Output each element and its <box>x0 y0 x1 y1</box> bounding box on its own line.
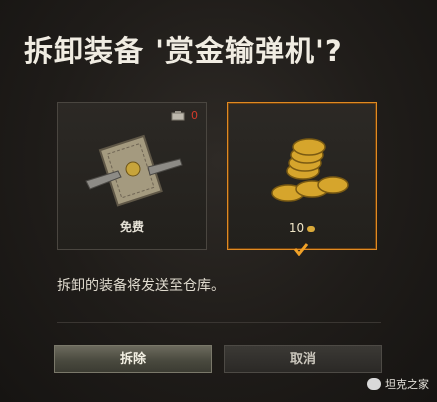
cancel-button[interactable]: 取消 <box>224 345 382 373</box>
gold-price-value: 10 <box>288 221 305 235</box>
free-option-label: 免费 <box>119 220 144 234</box>
toolkit-count: 0 <box>171 109 198 122</box>
gold-option-card[interactable]: 10 <box>227 102 377 250</box>
info-message: 拆卸的装备将发送至仓库。 <box>57 278 225 294</box>
toolkit-count-value: 0 <box>191 109 198 122</box>
watermark: 坦克之家 <box>367 376 429 392</box>
wrench-ticket-icon <box>85 134 183 207</box>
selected-check-icon <box>293 243 309 256</box>
watermark-text: 坦克之家 <box>385 378 429 391</box>
gold-price: 10 <box>228 221 376 235</box>
gold-coins-icon <box>271 138 349 202</box>
gold-coin-icon <box>307 225 316 232</box>
free-option-card[interactable]: 0 免费 <box>57 102 207 250</box>
divider <box>57 322 381 323</box>
confirm-button[interactable]: 拆除 <box>54 345 212 373</box>
toolkit-icon <box>171 110 185 120</box>
dialog-title: 拆卸装备 '赏金输弹机'? <box>24 34 343 68</box>
chat-icon <box>367 378 381 390</box>
